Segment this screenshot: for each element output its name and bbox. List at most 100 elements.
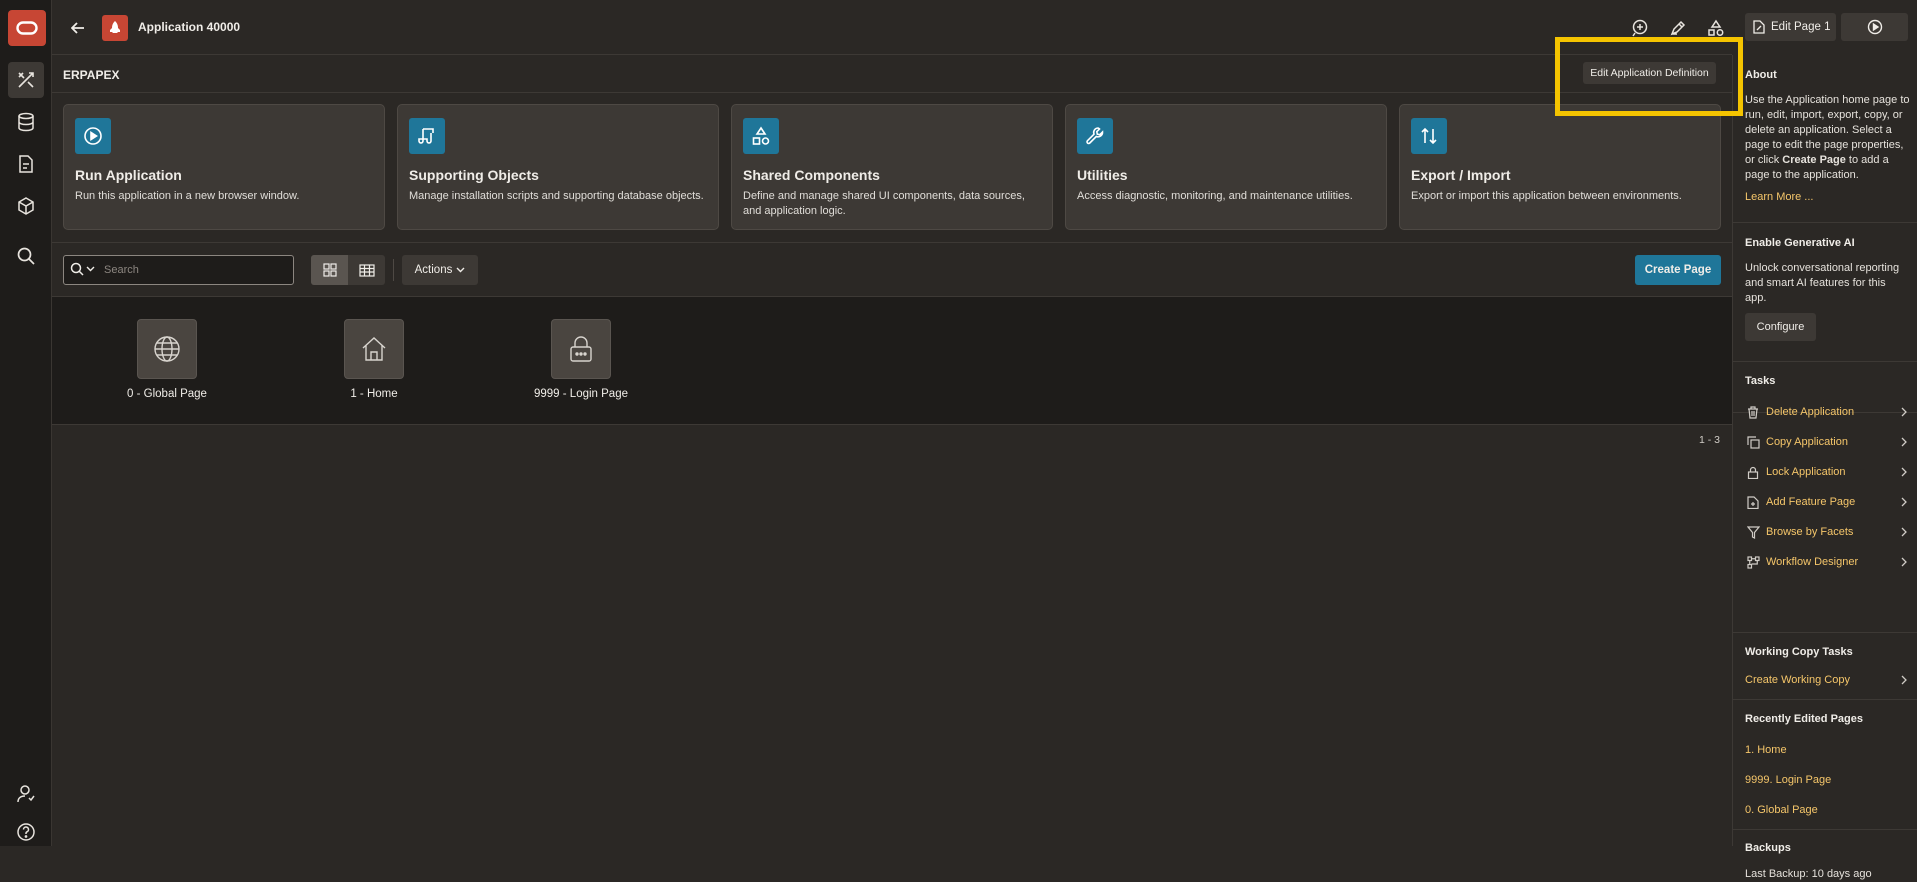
install-script-icon <box>409 118 445 154</box>
card-run-application[interactable]: Run Application Run this application in … <box>63 104 385 230</box>
workflow-icon <box>1745 555 1761 569</box>
about-section: About Use the Application home page to r… <box>1733 55 1917 223</box>
chevron-right-icon <box>1901 497 1911 507</box>
application-name: ERPAPEX <box>63 68 120 82</box>
task-add-feature-page[interactable]: Add Feature Page <box>1745 493 1911 511</box>
card-title: Shared Components <box>743 167 880 183</box>
card-title: Run Application <box>75 167 182 183</box>
team-development-icon[interactable] <box>8 146 44 182</box>
page-edit-icon <box>1753 20 1765 34</box>
chevron-right-icon <box>1901 675 1911 685</box>
chevron-right-icon <box>1901 437 1911 447</box>
card-description: Manage installation scripts and supporti… <box>409 190 704 202</box>
chevron-right-icon <box>1901 467 1911 477</box>
learn-more-link[interactable]: Learn More ... <box>1745 191 1813 203</box>
tasks-section: Tasks Delete Application Copy Applicatio… <box>1733 361 1917 633</box>
page-tile-label: 1 - Home <box>350 388 398 400</box>
create-page-button[interactable]: Create Page <box>1635 255 1721 285</box>
recent-pages-heading: Recently Edited Pages <box>1745 713 1863 725</box>
feedback-icon[interactable] <box>1628 16 1652 40</box>
genai-text: Unlock conversational reporting and smar… <box>1745 262 1900 304</box>
wrench-icon <box>1077 118 1113 154</box>
backups-heading: Backups <box>1745 842 1791 854</box>
oracle-logo-icon[interactable] <box>8 10 46 46</box>
pagination-range: 1 - 3 <box>1698 434 1720 446</box>
card-description: Access diagnostic, monitoring, and maint… <box>1077 190 1353 202</box>
recent-page-link[interactable]: 1. Home <box>1745 744 1787 756</box>
database-icon[interactable] <box>8 104 44 140</box>
search-icon <box>70 262 84 276</box>
actions-label: Actions <box>414 264 453 276</box>
card-title: Supporting Objects <box>409 167 539 183</box>
left-nav-rail <box>0 0 52 846</box>
card-supporting-objects[interactable]: Supporting Objects Manage installation s… <box>397 104 719 230</box>
gallery-package-icon[interactable] <box>8 188 44 224</box>
edit-page-label: Edit Page 1 <box>1771 21 1831 33</box>
chevron-down-icon[interactable] <box>86 266 95 272</box>
page-tile-global[interactable]: 0 - Global Page <box>97 319 237 400</box>
task-create-working-copy[interactable]: Create Working Copy <box>1745 671 1911 689</box>
add-page-icon <box>1745 495 1761 509</box>
card-description: Export or import this application betwee… <box>1411 190 1682 202</box>
right-sidebar: About Use the Application home page to r… <box>1732 55 1917 880</box>
app-builder-icon[interactable] <box>8 62 44 98</box>
globe-icon <box>137 319 197 379</box>
card-export-import[interactable]: Export / Import Export or import this ap… <box>1399 104 1721 230</box>
about-text: Use the Application home page to run, ed… <box>1745 94 1910 181</box>
card-shared-components[interactable]: Shared Components Define and manage shar… <box>731 104 1053 230</box>
page-tile-login[interactable]: 9999 - Login Page <box>511 319 651 400</box>
search-icon[interactable] <box>8 238 44 274</box>
actions-menu-button[interactable]: Actions <box>402 255 478 285</box>
user-settings-icon[interactable] <box>8 776 44 812</box>
search-field[interactable] <box>63 255 294 285</box>
backups-text: Last Backup: 10 days ago <box>1745 868 1872 880</box>
view-toggle <box>311 255 385 285</box>
chevron-right-icon <box>1901 557 1911 567</box>
chevron-right-icon <box>1901 407 1911 417</box>
page-tile-home[interactable]: 1 - Home <box>304 319 444 400</box>
lock-icon <box>1745 466 1761 479</box>
app-header: Application 40000 Edit Page 1 <box>52 0 1908 55</box>
application-cards: Run Application Run this application in … <box>63 104 1723 230</box>
shapes-icon <box>743 118 779 154</box>
toolbar-divider <box>393 259 394 281</box>
about-heading: About <box>1745 69 1777 81</box>
recent-page-link[interactable]: 0. Global Page <box>1745 804 1818 816</box>
lock-icon <box>551 319 611 379</box>
task-delete-application[interactable]: Delete Application <box>1745 403 1911 421</box>
pages-toolbar: Actions Create Page <box>52 242 1732 297</box>
page-tile-label: 0 - Global Page <box>127 388 207 400</box>
sub-header: ERPAPEX Edit Application Definition <box>52 55 1732 93</box>
task-copy-application[interactable]: Copy Application <box>1745 433 1911 451</box>
configure-button[interactable]: Configure <box>1745 313 1816 341</box>
edit-page-button[interactable]: Edit Page 1 <box>1745 13 1836 41</box>
shared-components-icon[interactable] <box>1704 16 1728 40</box>
working-copy-heading: Working Copy Tasks <box>1745 646 1853 658</box>
card-title: Utilities <box>1077 167 1128 183</box>
play-icon <box>1867 19 1882 35</box>
home-icon <box>344 319 404 379</box>
back-arrow-icon[interactable] <box>66 16 90 40</box>
chevron-right-icon <box>1901 527 1911 537</box>
edit-application-definition-button[interactable]: Edit Application Definition <box>1583 62 1716 84</box>
task-workflow-designer[interactable]: Workflow Designer <box>1745 553 1911 571</box>
backups-section: Backups Last Backup: 10 days ago <box>1733 830 1917 880</box>
run-page-button[interactable] <box>1841 13 1908 41</box>
page-tile-label: 9999 - Login Page <box>534 388 628 400</box>
task-lock-application[interactable]: Lock Application <box>1745 463 1911 481</box>
tasks-heading: Tasks <box>1745 375 1776 387</box>
grid-view-icon[interactable] <box>311 255 348 285</box>
report-view-icon[interactable] <box>348 255 385 285</box>
trash-icon <box>1745 405 1761 419</box>
recent-page-link[interactable]: 9999. Login Page <box>1745 774 1831 786</box>
card-description: Define and manage shared UI components, … <box>743 190 1025 217</box>
card-utilities[interactable]: Utilities Access diagnostic, monitoring,… <box>1065 104 1387 230</box>
help-icon[interactable] <box>8 814 44 850</box>
export-import-arrows-icon <box>1411 118 1447 154</box>
pages-grid: 0 - Global Page 1 - Home 9999 - Login Pa… <box>52 297 1732 425</box>
task-browse-by-facets[interactable]: Browse by Facets <box>1745 523 1911 541</box>
edit-pencil-icon[interactable] <box>1666 16 1690 40</box>
search-input[interactable] <box>104 261 284 279</box>
card-title: Export / Import <box>1411 167 1511 183</box>
card-description: Run this application in a new browser wi… <box>75 190 300 202</box>
